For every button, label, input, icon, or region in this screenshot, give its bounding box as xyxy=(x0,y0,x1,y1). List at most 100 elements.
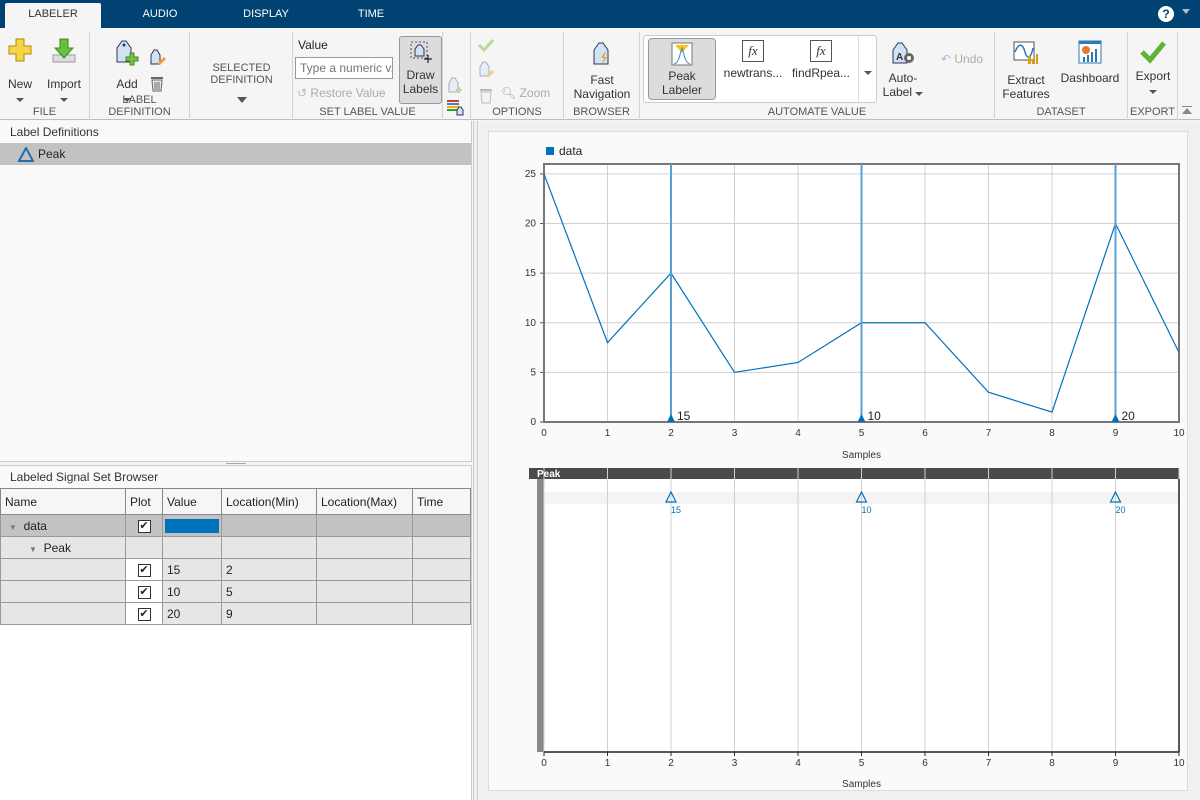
gallery-item-newtrans[interactable]: fx newtrans... xyxy=(720,40,786,80)
y-tick-label: 5 xyxy=(530,367,536,378)
accept-icon[interactable] xyxy=(477,36,495,54)
undo-button[interactable]: ↶ Undo xyxy=(934,52,990,66)
zoom-button[interactable]: 🔍︎ Zoom xyxy=(501,86,561,100)
delete-label-icon[interactable] xyxy=(477,86,495,104)
x-tick-label: 6 xyxy=(922,758,928,769)
import-button[interactable]: Import xyxy=(42,38,86,105)
plot-checkbox[interactable]: ✔ xyxy=(137,586,151,599)
auto-label-button[interactable]: A Auto- Label xyxy=(880,40,926,99)
gallery-expand-button[interactable] xyxy=(858,36,876,102)
value-cell[interactable]: 10 xyxy=(162,580,222,603)
options-section-label: OPTIONS xyxy=(492,106,542,118)
location-min-cell[interactable]: 5 xyxy=(221,580,317,603)
edit-definition-icon[interactable] xyxy=(148,48,166,66)
expand-icon[interactable]: ▼ xyxy=(9,523,17,532)
help-icon[interactable]: ? xyxy=(1158,6,1174,22)
table-row[interactable]: ▼ data ✔ xyxy=(0,514,471,537)
value-cell[interactable]: 15 xyxy=(162,558,222,581)
import-dropdown-icon xyxy=(60,98,68,102)
new-button[interactable]: New xyxy=(4,38,36,105)
table-header: Name Plot Value Location(Min) Location(M… xyxy=(0,488,471,515)
label-definition-section-label: LABEL DEFINITION xyxy=(108,94,171,118)
table-row[interactable]: ▼ Peak xyxy=(0,536,471,559)
x-tick-label: 9 xyxy=(1113,428,1119,439)
column-header-location-max[interactable]: Location(Max) xyxy=(316,488,413,515)
plot-checkbox[interactable]: ✔ xyxy=(137,608,151,621)
peak-lane-header xyxy=(529,468,1179,479)
x-tick-label: 4 xyxy=(795,758,801,769)
column-header-name[interactable]: Name xyxy=(0,488,126,515)
undo-icon: ↶ xyxy=(940,52,952,66)
column-header-time[interactable]: Time xyxy=(412,488,471,515)
tab-display[interactable]: DISPLAY xyxy=(218,3,314,28)
legend-label: data xyxy=(559,144,583,158)
value-label: Value xyxy=(298,38,328,52)
auto-label-dropdown-icon xyxy=(915,92,924,96)
checkmark-icon xyxy=(1140,41,1166,64)
table-row[interactable]: ✔ 15 2 xyxy=(0,558,471,581)
plot-checkbox[interactable]: ✔ xyxy=(137,520,151,533)
value-cell[interactable]: 20 xyxy=(162,602,222,625)
legend-swatch xyxy=(546,147,554,155)
value-input[interactable] xyxy=(295,57,393,79)
collapse-toolstrip-button[interactable] xyxy=(1182,106,1194,116)
label-definition-item[interactable]: Peak xyxy=(0,143,471,165)
restore-value-button[interactable]: ↺ Restore Value xyxy=(297,86,395,100)
dashboard-button[interactable]: Dashboard xyxy=(1057,40,1123,85)
edit-label-icon[interactable] xyxy=(477,60,495,78)
signal-color-swatch[interactable] xyxy=(165,518,219,533)
x-tick-label: 2 xyxy=(668,428,674,439)
peak-marker-label: 15 xyxy=(671,505,681,515)
delete-definition-icon[interactable] xyxy=(148,74,166,92)
column-header-plot[interactable]: Plot xyxy=(125,488,163,515)
fast-navigation-button[interactable]: Fast Navigation xyxy=(566,40,638,101)
x-tick-label: 2 xyxy=(668,758,674,769)
dataset-section-label: DATASET xyxy=(1036,106,1086,118)
label-list-icon[interactable] xyxy=(446,98,464,116)
table-row[interactable]: ✔ 20 9 xyxy=(0,602,471,625)
function-icon: fx xyxy=(810,40,832,62)
add-sublabel-icon[interactable] xyxy=(446,76,464,94)
dashboard-icon xyxy=(1078,40,1102,64)
expand-icon[interactable]: ▼ xyxy=(29,545,37,554)
plus-icon xyxy=(8,38,32,62)
column-header-value[interactable]: Value xyxy=(162,488,222,515)
help-dropdown-icon[interactable] xyxy=(1182,9,1190,14)
algorithm-gallery: Peak Labeler fx newtrans... fx findRpea.… xyxy=(643,35,877,103)
selected-definition-button[interactable]: SELECTED DEFINITION xyxy=(190,62,293,106)
tab-labeler[interactable]: LABELER xyxy=(5,3,101,28)
peak-lane-sidebar xyxy=(537,479,544,752)
location-min-cell[interactable]: 9 xyxy=(221,602,317,625)
y-tick-label: 25 xyxy=(525,169,537,180)
plot-checkbox[interactable]: ✔ xyxy=(137,564,151,577)
export-dropdown-icon xyxy=(1149,90,1157,94)
label-marker-value: 20 xyxy=(1122,409,1136,423)
selected-definition-section: SELECTED DEFINITION xyxy=(190,32,293,120)
browser-section-label: BROWSER xyxy=(573,106,630,118)
new-dropdown-icon xyxy=(16,98,24,102)
export-button[interactable]: Export xyxy=(1130,40,1176,97)
tab-bar: LABELER AUDIO DISPLAY TIME ? xyxy=(0,0,1200,28)
gallery-item-peak-labeler[interactable]: Peak Labeler xyxy=(648,38,716,100)
file-section-label: FILE xyxy=(32,106,57,118)
x-tick-label: 5 xyxy=(859,428,865,439)
gallery-item-findrpeaks[interactable]: fx findRpea... xyxy=(788,40,854,80)
table-row[interactable]: ✔ 10 5 xyxy=(0,580,471,603)
x-tick-label: 9 xyxy=(1113,758,1119,769)
plots-svg: 0 1 2 3 4 5 6 7 8 9 100510152025data15 10 20Samples0… xyxy=(525,144,1185,790)
column-header-location-min[interactable]: Location(Min) xyxy=(221,488,317,515)
extract-features-button[interactable]: Extract Features xyxy=(999,40,1053,101)
automate-value-section-label: AUTOMATE VALUE xyxy=(767,106,867,118)
label-marker-value: 15 xyxy=(677,409,691,423)
y-tick-label: 0 xyxy=(530,417,536,428)
tab-time[interactable]: TIME xyxy=(323,3,419,28)
x-tick-label: 10 xyxy=(1173,428,1185,439)
y-tick-label: 20 xyxy=(525,219,537,230)
label-marker-value: 10 xyxy=(868,409,882,423)
add-tag-icon xyxy=(116,40,139,66)
tab-audio[interactable]: AUDIO xyxy=(112,3,208,28)
x-tick-label: 8 xyxy=(1049,428,1055,439)
draw-labels-button[interactable]: Draw Labels xyxy=(399,36,442,104)
x-tick-label: 10 xyxy=(1173,758,1185,769)
location-min-cell[interactable]: 2 xyxy=(221,558,317,581)
